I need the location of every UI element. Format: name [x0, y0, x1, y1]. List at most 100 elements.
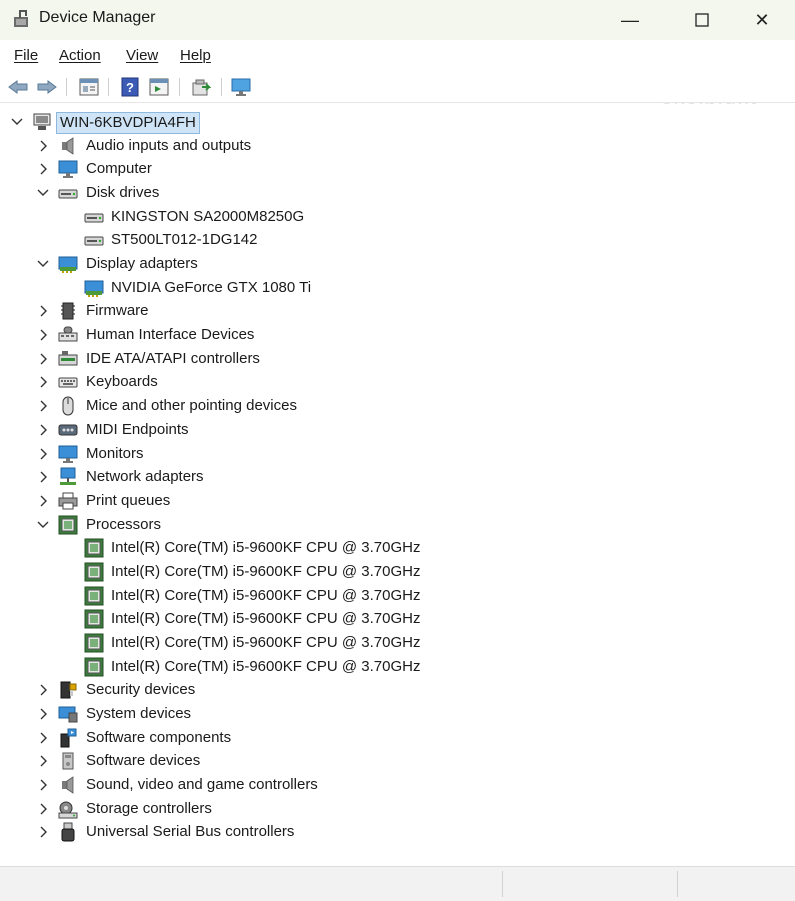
- chevron-right-icon[interactable]: [35, 398, 51, 414]
- scan-hardware-button[interactable]: [230, 76, 254, 98]
- device-item[interactable]: NVIDIA GeForce GTX 1080 Ti: [0, 276, 795, 299]
- category-audio-inputs-and-outputs[interactable]: Audio inputs and outputs: [0, 134, 795, 157]
- category-ide-ata-atapi-controllers[interactable]: IDE ATA/ATAPI controllers: [0, 347, 795, 370]
- category-label: Firmware: [86, 302, 149, 319]
- category-label: MIDI Endpoints: [86, 421, 189, 438]
- category-display-adapters[interactable]: Display adapters: [0, 252, 795, 275]
- category-computer[interactable]: Computer: [0, 157, 795, 180]
- device-item[interactable]: KINGSTON SA2000M8250G: [0, 205, 795, 228]
- forward-button[interactable]: [35, 76, 59, 98]
- category-monitors[interactable]: Monitors: [0, 442, 795, 465]
- chevron-right-icon[interactable]: [35, 374, 51, 390]
- svg-text:?: ?: [126, 80, 134, 95]
- category-storage-controllers[interactable]: Storage controllers: [0, 797, 795, 820]
- category-software-devices[interactable]: Software devices: [0, 749, 795, 772]
- device-item[interactable]: Intel(R) Core(TM) i5-9600KF CPU @ 3.70GH…: [0, 584, 795, 607]
- category-mice-and-other-pointing-devices[interactable]: Mice and other pointing devices: [0, 394, 795, 417]
- tree-root[interactable]: WIN-6KBVDPIA4FH: [0, 110, 795, 134]
- chevron-right-icon[interactable]: [35, 777, 51, 793]
- chevron-right-icon[interactable]: [35, 351, 51, 367]
- chevron-right-icon[interactable]: [35, 303, 51, 319]
- category-software-components[interactable]: Software components: [0, 726, 795, 749]
- chevron-right-icon[interactable]: [35, 730, 51, 746]
- chevron-right-icon[interactable]: [35, 138, 51, 154]
- device-label: ST500LT012-1DG142: [111, 231, 258, 248]
- device-label: Intel(R) Core(TM) i5-9600KF CPU @ 3.70GH…: [111, 539, 421, 556]
- category-print-queues[interactable]: Print queues: [0, 489, 795, 512]
- chevron-right-icon[interactable]: [35, 753, 51, 769]
- toolbar-separator: [66, 78, 67, 96]
- category-midi-endpoints[interactable]: MIDI Endpoints: [0, 418, 795, 441]
- back-button[interactable]: [6, 76, 30, 98]
- chevron-right-icon[interactable]: [35, 801, 51, 817]
- processor-icon: [84, 633, 104, 653]
- menu-help[interactable]: Help: [180, 47, 211, 64]
- category-label: Security devices: [86, 681, 196, 698]
- chevron-right-icon[interactable]: [35, 682, 51, 698]
- category-firmware[interactable]: Firmware: [0, 299, 795, 322]
- computer-name-label: WIN-6KBVDPIA4FH: [56, 112, 200, 134]
- menu-action[interactable]: Action: [59, 47, 101, 64]
- chevron-down-icon[interactable]: [35, 517, 51, 533]
- chevron-right-icon[interactable]: [35, 422, 51, 438]
- category-network-adapters[interactable]: Network adapters: [0, 465, 795, 488]
- device-label: Intel(R) Core(TM) i5-9600KF CPU @ 3.70GH…: [111, 610, 421, 627]
- category-label: IDE ATA/ATAPI controllers: [86, 350, 260, 367]
- category-label: Keyboards: [86, 373, 158, 390]
- category-human-interface-devices[interactable]: Human Interface Devices: [0, 323, 795, 346]
- view-button[interactable]: [147, 76, 171, 98]
- chevron-right-icon[interactable]: [35, 161, 51, 177]
- update-driver-button[interactable]: [189, 76, 213, 98]
- category-disk-drives[interactable]: Disk drives: [0, 181, 795, 204]
- category-keyboards[interactable]: Keyboards: [0, 370, 795, 393]
- device-item[interactable]: Intel(R) Core(TM) i5-9600KF CPU @ 3.70GH…: [0, 607, 795, 630]
- chevron-right-icon[interactable]: [35, 446, 51, 462]
- chevron-down-icon[interactable]: [9, 114, 25, 130]
- maximize-icon: [695, 13, 709, 27]
- category-label: Storage controllers: [86, 800, 212, 817]
- system-icon: [58, 704, 78, 724]
- chevron-right-icon[interactable]: [35, 706, 51, 722]
- maximize-button[interactable]: [669, 0, 735, 40]
- speaker-icon: [58, 136, 78, 156]
- help-button[interactable]: ?: [118, 76, 142, 98]
- category-label: Print queues: [86, 492, 171, 509]
- device-label: NVIDIA GeForce GTX 1080 Ti: [111, 279, 312, 296]
- chevron-right-icon[interactable]: [35, 824, 51, 840]
- forward-icon: [37, 80, 57, 94]
- toolbar-separator: [179, 78, 180, 96]
- category-label: Disk drives: [86, 184, 160, 201]
- minimize-button[interactable]: —: [597, 0, 663, 40]
- processor-icon: [84, 562, 104, 582]
- chevron-right-icon[interactable]: [35, 469, 51, 485]
- update-driver-icon: [192, 79, 211, 96]
- close-button[interactable]: ✕: [729, 0, 795, 40]
- device-item[interactable]: ST500LT012-1DG142: [0, 228, 795, 251]
- disk-icon: [84, 207, 104, 227]
- category-label: Display adapters: [86, 255, 198, 272]
- printer-icon: [58, 491, 78, 511]
- speaker-icon: [58, 775, 78, 795]
- chevron-down-icon[interactable]: [35, 185, 51, 201]
- toolbar-separator: [108, 78, 109, 96]
- device-item[interactable]: Intel(R) Core(TM) i5-9600KF CPU @ 3.70GH…: [0, 536, 795, 559]
- category-processors[interactable]: Processors: [0, 513, 795, 536]
- toolbar: ?: [0, 72, 795, 103]
- chevron-right-icon[interactable]: [35, 327, 51, 343]
- device-item[interactable]: Intel(R) Core(TM) i5-9600KF CPU @ 3.70GH…: [0, 560, 795, 583]
- category-system-devices[interactable]: System devices: [0, 702, 795, 725]
- software-device-icon: [58, 751, 78, 771]
- category-label: Human Interface Devices: [86, 326, 255, 343]
- properties-button[interactable]: [77, 76, 101, 98]
- category-security-devices[interactable]: Security devices: [0, 678, 795, 701]
- category-universal-serial-bus-controllers[interactable]: Universal Serial Bus controllers: [0, 820, 795, 843]
- category-sound-video-and-game-controllers[interactable]: Sound, video and game controllers: [0, 773, 795, 796]
- menu-file[interactable]: File: [14, 47, 38, 64]
- chevron-right-icon[interactable]: [35, 493, 51, 509]
- device-item[interactable]: Intel(R) Core(TM) i5-9600KF CPU @ 3.70GH…: [0, 655, 795, 678]
- scan-hardware-icon: [231, 78, 251, 96]
- chevron-down-icon[interactable]: [35, 256, 51, 272]
- menu-view[interactable]: View: [126, 47, 158, 64]
- device-item[interactable]: Intel(R) Core(TM) i5-9600KF CPU @ 3.70GH…: [0, 631, 795, 654]
- monitor-icon: [58, 159, 78, 179]
